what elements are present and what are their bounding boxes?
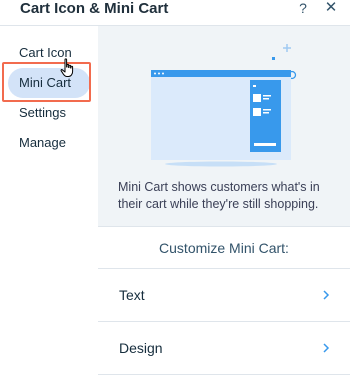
browser-titlebar — [151, 70, 291, 77]
hand-cursor-icon — [60, 58, 74, 77]
mini-cart-illustration — [151, 44, 297, 167]
customize-section-title: Customize Mini Cart: — [98, 226, 350, 269]
panel-title: Cart Icon & Mini Cart — [20, 0, 169, 17]
chevron-right-icon — [323, 290, 330, 300]
sparkle-dot — [272, 57, 275, 60]
chevron-right-icon — [323, 343, 330, 353]
sidebar-item-manage[interactable]: Manage — [8, 128, 90, 158]
sidebar-item-settings[interactable]: Settings — [8, 98, 90, 128]
content-panel: Mini Cart shows customers what's in thei… — [98, 26, 350, 375]
sparkle-plus — [283, 44, 291, 52]
sidebar-item-cart-icon[interactable]: Cart Icon — [8, 38, 90, 68]
row-label: Design — [119, 340, 163, 356]
design-settings-row[interactable]: Design — [98, 322, 350, 375]
help-icon[interactable]: ? — [296, 0, 310, 18]
mini-cart-description: Mini Cart shows customers what's in thei… — [118, 180, 320, 211]
close-icon[interactable]: ✕ — [324, 0, 338, 18]
illustration-shadow — [165, 161, 277, 167]
panel-header: Cart Icon & Mini Cart ? ✕ — [0, 0, 350, 26]
sidebar-item-mini-cart[interactable]: Mini Cart — [8, 68, 90, 98]
sidebar: Cart Icon Mini Cart Settings Manage — [0, 26, 98, 375]
row-label: Text — [119, 287, 145, 303]
text-settings-row[interactable]: Text — [98, 269, 350, 322]
